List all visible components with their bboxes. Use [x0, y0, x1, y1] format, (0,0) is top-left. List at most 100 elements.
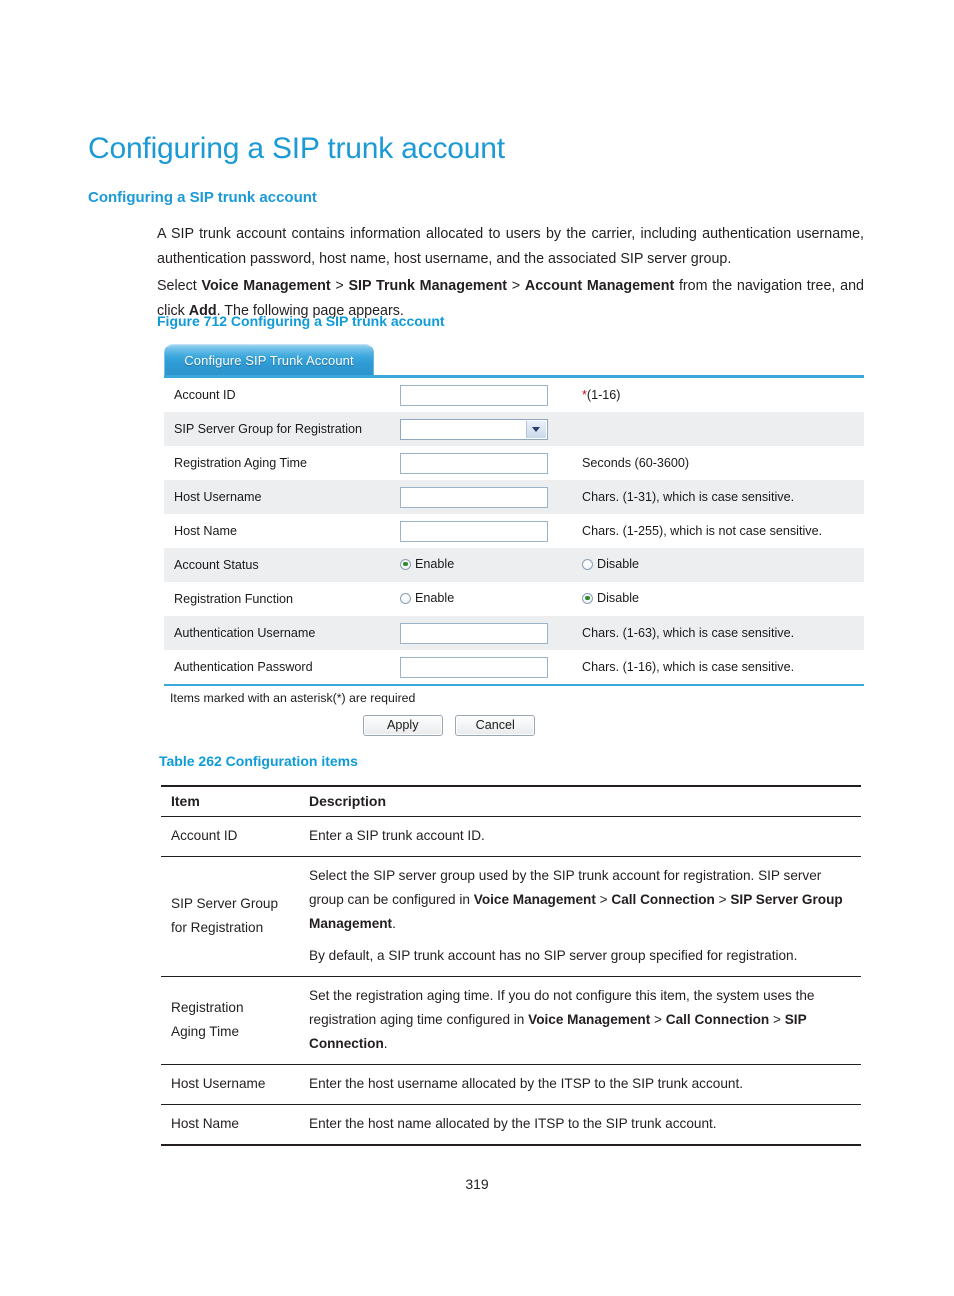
desc-sep-1: >	[595, 892, 612, 907]
row-item-sip-server-group-line2: for Registration	[171, 920, 264, 935]
label-account-status: Account Status	[164, 548, 396, 582]
registration-function-enable-label: Enable	[415, 591, 455, 606]
hint-host-name: Chars. (1-255), which is not case sensit…	[572, 514, 864, 548]
desc-sep-1: >	[650, 1012, 666, 1027]
host-name-input[interactable]	[400, 520, 548, 542]
form-row-sip-server-group: SIP Server Group for Registration	[164, 412, 864, 446]
figure-caption: Figure 712 Configuring a SIP trunk accou…	[157, 313, 445, 329]
section-heading: Configuring a SIP trunk account	[88, 189, 317, 207]
account-id-input[interactable]	[400, 384, 548, 406]
column-header-item: Item	[161, 785, 299, 817]
form-row-registration-aging-time: Registration Aging Time Seconds (60-3600…	[164, 446, 864, 480]
cell-registration-function-disable: Disable	[572, 582, 864, 616]
label-authentication-password: Authentication Password	[164, 650, 396, 684]
nav-path-account-management: Account Management	[524, 278, 675, 295]
tab-configure-sip-trunk-account[interactable]: Configure SIP Trunk Account	[164, 344, 374, 376]
cell-account-id-input	[396, 378, 572, 412]
radio-selected-icon[interactable]	[582, 592, 593, 604]
screenshot-figure: Configure SIP Trunk Account Account ID *…	[164, 342, 864, 736]
cell-authentication-username-input	[396, 616, 572, 650]
hint-account-id-text: (1-16)	[586, 388, 621, 402]
chevron-down-icon[interactable]	[526, 420, 546, 438]
table-row: Host Username Enter the host username al…	[161, 1064, 861, 1105]
cancel-button[interactable]: Cancel	[455, 715, 536, 736]
row-item-registration-aging-time: Registration Aging Time	[161, 976, 299, 1065]
table-row: Account ID Enter a SIP trunk account ID.	[161, 816, 861, 857]
page-title: Configuring a SIP trunk account	[88, 132, 505, 166]
form-row-authentication-username: Authentication Username Chars. (1-63), w…	[164, 616, 864, 650]
nav-sep-2: >	[507, 278, 525, 295]
form-row-account-id: Account ID *(1-16)	[164, 378, 864, 412]
account-status-disable-radio[interactable]: Disable	[582, 557, 639, 571]
cell-account-status-disable: Disable	[572, 548, 864, 582]
form-button-row: Apply Cancel	[164, 705, 864, 736]
hint-authentication-username: Chars. (1-63), which is case sensitive.	[572, 616, 864, 650]
row-item-host-name: Host Name	[161, 1104, 299, 1146]
row-item-host-username: Host Username	[161, 1064, 299, 1105]
account-status-enable-radio[interactable]: Enable	[400, 557, 454, 571]
form-row-host-name: Host Name Chars. (1-255), which is not c…	[164, 514, 864, 548]
row-desc-host-name: Enter the host name allocated by the ITS…	[299, 1104, 861, 1146]
radio-selected-icon[interactable]	[400, 558, 411, 570]
sip-trunk-account-form: Account ID *(1-16) SIP Server Group for …	[164, 378, 864, 684]
authentication-password-input[interactable]	[400, 656, 548, 678]
nav-path-voice-management: Voice Management	[201, 278, 331, 295]
cell-registration-aging-time-input	[396, 446, 572, 480]
row-desc-host-username: Enter the host username allocated by the…	[299, 1064, 861, 1105]
form-row-host-username: Host Username Chars. (1-31), which is ca…	[164, 480, 864, 514]
label-sip-server-group: SIP Server Group for Registration	[164, 412, 396, 446]
document-page: Configuring a SIP trunk account Configur…	[0, 0, 954, 1296]
cell-authentication-password-input	[396, 650, 572, 684]
desc-text-c: .	[383, 1036, 388, 1051]
row-desc-sip-server-group-p1: Select the SIP server group used by the …	[309, 864, 853, 936]
registration-function-enable-radio[interactable]: Enable	[400, 591, 454, 605]
table-caption: Table 262 Configuration items	[159, 753, 358, 769]
desc-path-voice-management: Voice Management	[528, 1012, 651, 1027]
page-number: 319	[465, 1176, 489, 1192]
label-host-username: Host Username	[164, 480, 396, 514]
nav-path-sip-trunk-management: SIP Trunk Management	[348, 278, 508, 295]
label-registration-aging-time: Registration Aging Time	[164, 446, 396, 480]
radio-unselected-icon[interactable]	[400, 592, 411, 604]
sip-server-group-select[interactable]	[400, 418, 548, 440]
column-header-description: Description	[299, 785, 861, 817]
cell-sip-server-group-select	[396, 412, 572, 446]
label-host-name: Host Name	[164, 514, 396, 548]
cell-host-username-input	[396, 480, 572, 514]
table-row: Host Name Enter the host name allocated …	[161, 1104, 861, 1146]
hint-account-id: *(1-16)	[572, 378, 864, 412]
radio-unselected-icon[interactable]	[582, 558, 593, 570]
account-status-disable-label: Disable	[597, 557, 639, 572]
intro-paragraph: A SIP trunk account contains information…	[157, 226, 864, 268]
form-row-account-status: Account Status Enable Disable	[164, 548, 864, 582]
row-desc-sip-server-group-p2: By default, a SIP trunk account has no S…	[309, 948, 798, 963]
desc-path-call-connection: Call Connection	[665, 1012, 770, 1027]
row-desc-registration-aging-time-p1: Set the registration aging time. If you …	[309, 984, 853, 1056]
host-username-input[interactable]	[400, 486, 548, 508]
hint-host-username: Chars. (1-31), which is case sensitive.	[572, 480, 864, 514]
table-row: SIP Server Group for Registration Select …	[161, 856, 861, 977]
authentication-username-input[interactable]	[400, 622, 548, 644]
apply-button[interactable]: Apply	[362, 715, 443, 736]
row-desc-account-id: Enter a SIP trunk account ID.	[299, 816, 861, 857]
registration-function-disable-radio[interactable]: Disable	[582, 591, 639, 605]
registration-aging-time-input[interactable]	[400, 452, 548, 474]
tab-strip: Configure SIP Trunk Account	[164, 342, 864, 377]
configuration-items-table: Item Description Account ID Enter a SIP …	[161, 785, 861, 1146]
table-row: Registration Aging Time Set the registrat…	[161, 976, 861, 1065]
tab-underline	[164, 375, 864, 377]
row-item-sip-server-group-line1: SIP Server Group	[171, 896, 279, 911]
row-item-registration-aging-time-line1: Registration	[171, 1000, 244, 1015]
registration-function-disable-label: Disable	[597, 591, 639, 606]
desc-text-c: .	[392, 916, 396, 931]
nav-text-lead: Select	[157, 278, 202, 295]
cell-registration-function-enable: Enable	[396, 582, 572, 616]
desc-path-call-connection: Call Connection	[611, 892, 715, 907]
row-desc-registration-aging-time: Set the registration aging time. If you …	[299, 976, 861, 1065]
account-status-enable-label: Enable	[415, 557, 455, 572]
asterisk-note: Items marked with an asterisk(*) are req…	[170, 691, 416, 705]
form-row-authentication-password: Authentication Password Chars. (1-16), w…	[164, 650, 864, 684]
cell-host-name-input	[396, 514, 572, 548]
nav-sep-1: >	[330, 278, 349, 295]
hint-sip-server-group	[572, 412, 864, 446]
